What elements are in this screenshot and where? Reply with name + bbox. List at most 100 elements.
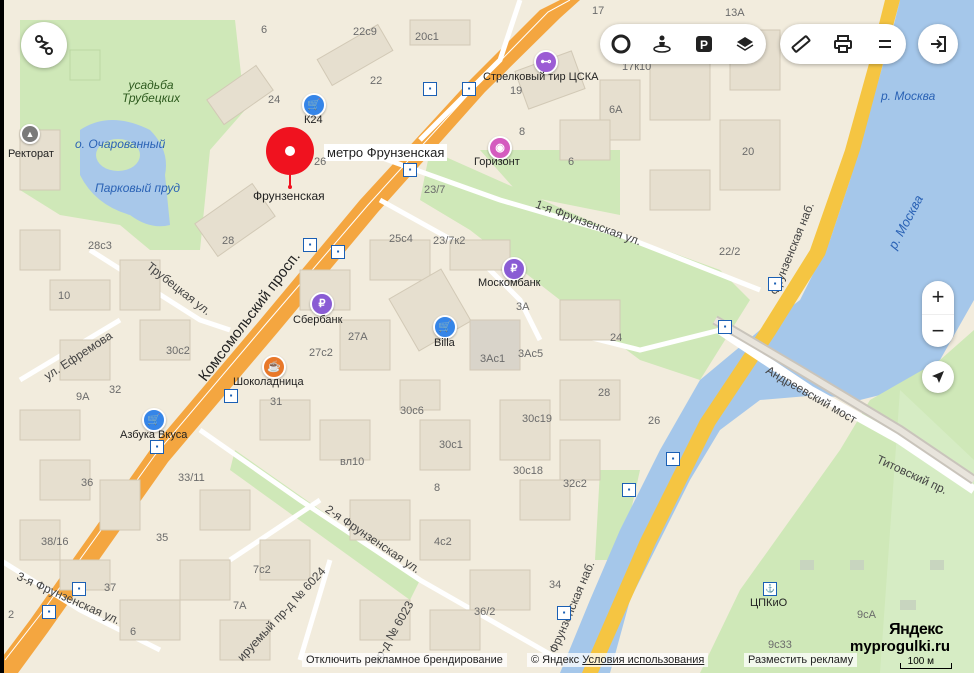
sberbank-icon[interactable]: ₽ [310,292,334,316]
bus-stop-icon: ▪ [331,245,345,259]
house-number: 22 [370,75,383,87]
house-number: 27с2 [309,347,333,359]
layers-toolbar: P [600,24,766,64]
shooting-range-label: Стрелковый тир ЦСКА [483,71,599,83]
house-number: 30с6 [400,405,424,417]
bus-stop-icon: ▪ [72,582,86,596]
layers-icon [736,37,754,51]
billa-shop-icon[interactable]: 🛒 [433,315,457,339]
ocharovanny-label: о. Очарованный [75,137,166,151]
anchor-icon: ⚓ [763,582,777,596]
bus-stop-icon: ▪ [462,82,476,96]
rectorat-label: Ректорат [8,148,54,160]
metro-station-label[interactable]: метро Фрунзенская [324,144,448,161]
horizont-label: Горизонт [474,156,520,168]
house-number: 24 [268,94,281,106]
parking-button[interactable]: P [687,27,721,61]
zoom-in-button[interactable]: + [922,281,954,315]
house-number: 26 [648,415,661,427]
house-number: вл10 [340,456,365,468]
house-number: 30с18 [513,465,543,477]
house-number: 17 [592,5,605,17]
house-number: 20с1 [415,31,439,43]
print-icon [834,35,852,53]
house-number: 6 [568,156,575,168]
house-number: 8 [519,126,526,138]
house-number: 3Ас1 [480,353,506,365]
house-number: 19 [510,85,523,97]
house-number: 35 [156,532,169,544]
bus-stop-icon: ▪ [622,483,636,497]
panorama-button[interactable] [645,27,679,61]
house-number: 7А [233,600,247,612]
tools-toolbar [780,24,906,64]
house-number: 25с4 [389,233,413,245]
menu-button[interactable] [868,27,902,61]
house-number: 33/11 [178,472,205,484]
bus-stop-icon: ▪ [557,606,571,620]
usadba-label: усадьба Трубецких [121,78,181,105]
sberbank-label: Сбербанк [293,314,343,326]
map-canvas[interactable]: Комсомольский просп. Фрунзенская наб. Фр… [0,0,974,673]
house-number: 6 [130,626,137,638]
login-button[interactable] [918,24,958,64]
menu-icon [879,40,891,48]
house-number: 30с19 [522,413,552,425]
bus-stop-icon: ▪ [42,605,56,619]
yandex-logo[interactable]: Яндекс [889,621,943,639]
zoom-out-button[interactable]: − [922,315,954,348]
metro-station-sublabel: Фрунзенская [253,189,325,203]
house-number: 28 [222,235,235,247]
svg-text:P: P [700,38,708,52]
locate-button[interactable] [922,361,954,393]
terms-link[interactable]: Условия использования [582,654,704,666]
panorama-icon [653,35,671,53]
house-number: 23/7 [424,184,446,196]
house-number: 31 [270,396,283,408]
window-edge [0,0,4,673]
house-number: 8 [434,482,441,494]
house-number: 6А [609,104,623,116]
shokoladnitsa-label: Шоколадница [233,376,304,388]
house-number: 13А [725,7,745,19]
login-icon [931,36,946,52]
route-button[interactable] [21,22,67,68]
traffic-icon [611,34,631,54]
layers-button[interactable] [728,27,762,61]
bus-stop-icon: ▪ [150,440,164,454]
house-number: 22с9 [353,26,377,38]
scale-bar [900,663,952,669]
billa-label: Billa [434,337,455,349]
house-number: 28 [598,387,611,399]
bus-stop-icon: ▪ [224,389,238,403]
house-number: 28с3 [88,240,112,252]
house-number: 23/7к2 [433,235,466,247]
house-number: 3А [516,301,530,313]
watermark-text: myprogulki.ru [849,638,950,655]
cpkio-label: ЦПКиО [750,597,788,609]
rectorat-icon[interactable]: ▲ [20,124,40,144]
print-button[interactable] [826,27,860,61]
ruler-button[interactable] [784,27,818,61]
house-number: 32с2 [563,478,587,490]
park-pond-label: Парковый пруд [95,181,180,195]
house-number: 9сА [857,609,876,621]
zoom-control: + − [922,281,954,347]
route-icon [35,35,53,55]
moskombank-label: Москомбанк [478,277,541,289]
parking-icon: P [695,36,712,52]
house-number: 38/16 [41,536,69,548]
house-number: 34 [549,579,562,591]
bus-stop-icon: ▪ [423,82,437,96]
house-number: 30с1 [439,439,463,451]
traffic-button[interactable] [604,27,638,61]
bus-stop-icon: ▪ [718,320,732,334]
house-number: 26 [314,156,327,168]
moskva-river-label-2: р. Москва [881,89,936,103]
bus-stop-icon: ▪ [303,238,317,252]
disable-branding-link[interactable]: Отключить рекламное брендирование [302,653,507,667]
bus-stop-icon: ▪ [666,452,680,466]
house-number: 37 [104,582,117,594]
advertise-link[interactable]: Разместить рекламу [744,653,858,667]
house-number: 10 [58,290,71,302]
